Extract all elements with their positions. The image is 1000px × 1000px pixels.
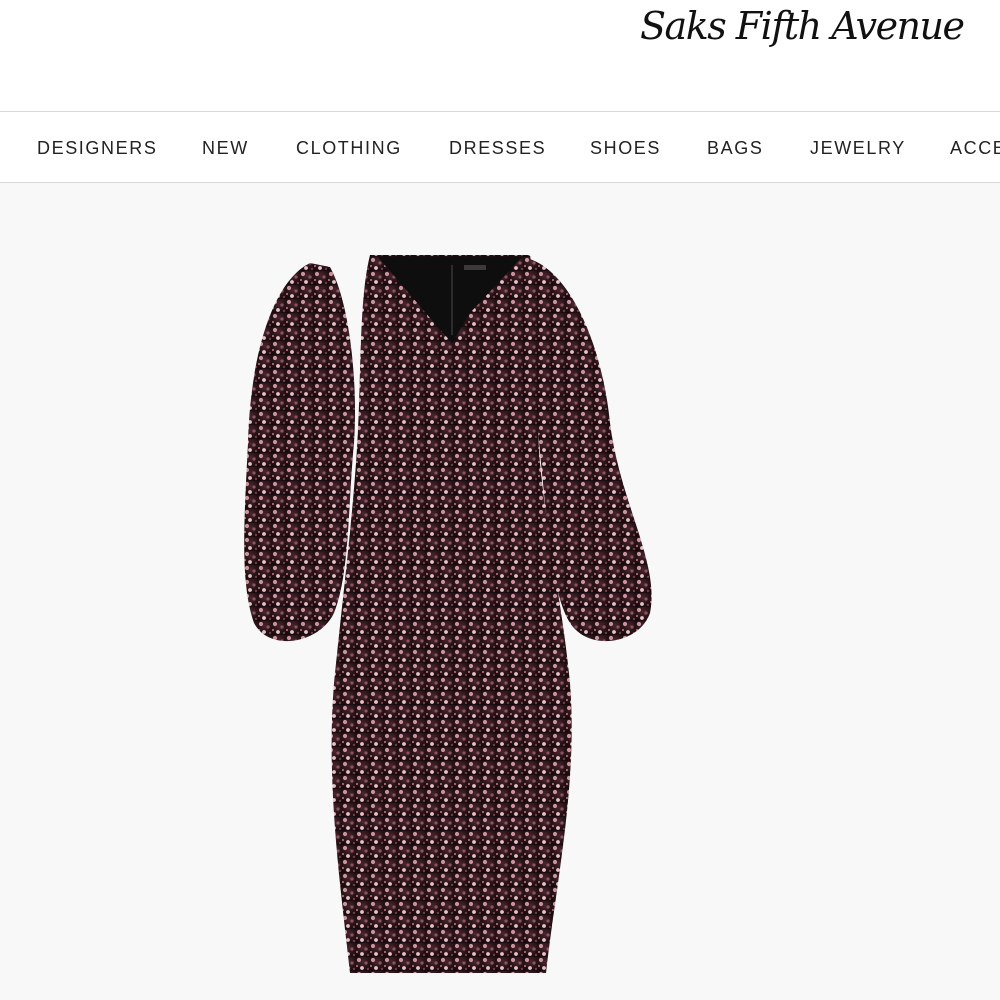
site-header: Saks Fifth Avenue <box>0 0 1000 111</box>
top-navigation: DESIGNERS NEW CLOTHING DRESSES SHOES BAG… <box>0 111 1000 183</box>
saks-logo[interactable]: Saks Fifth Avenue <box>640 4 965 48</box>
nav-item-jewelry[interactable]: JEWELRY <box>810 138 906 159</box>
nav-item-new[interactable]: NEW <box>202 138 249 159</box>
nav-item-clothing[interactable]: CLOTHING <box>296 138 402 159</box>
nav-item-designers[interactable]: DESIGNERS <box>37 138 157 159</box>
nav-item-shoes[interactable]: SHOES <box>590 138 661 159</box>
nav-item-bags[interactable]: BAGS <box>707 138 763 159</box>
nav-item-dresses[interactable]: DRESSES <box>449 138 546 159</box>
product-image-area <box>0 183 1000 1000</box>
nav-item-accessories[interactable]: ACCE <box>950 138 1000 159</box>
sequin-dress-image[interactable] <box>230 243 670 983</box>
